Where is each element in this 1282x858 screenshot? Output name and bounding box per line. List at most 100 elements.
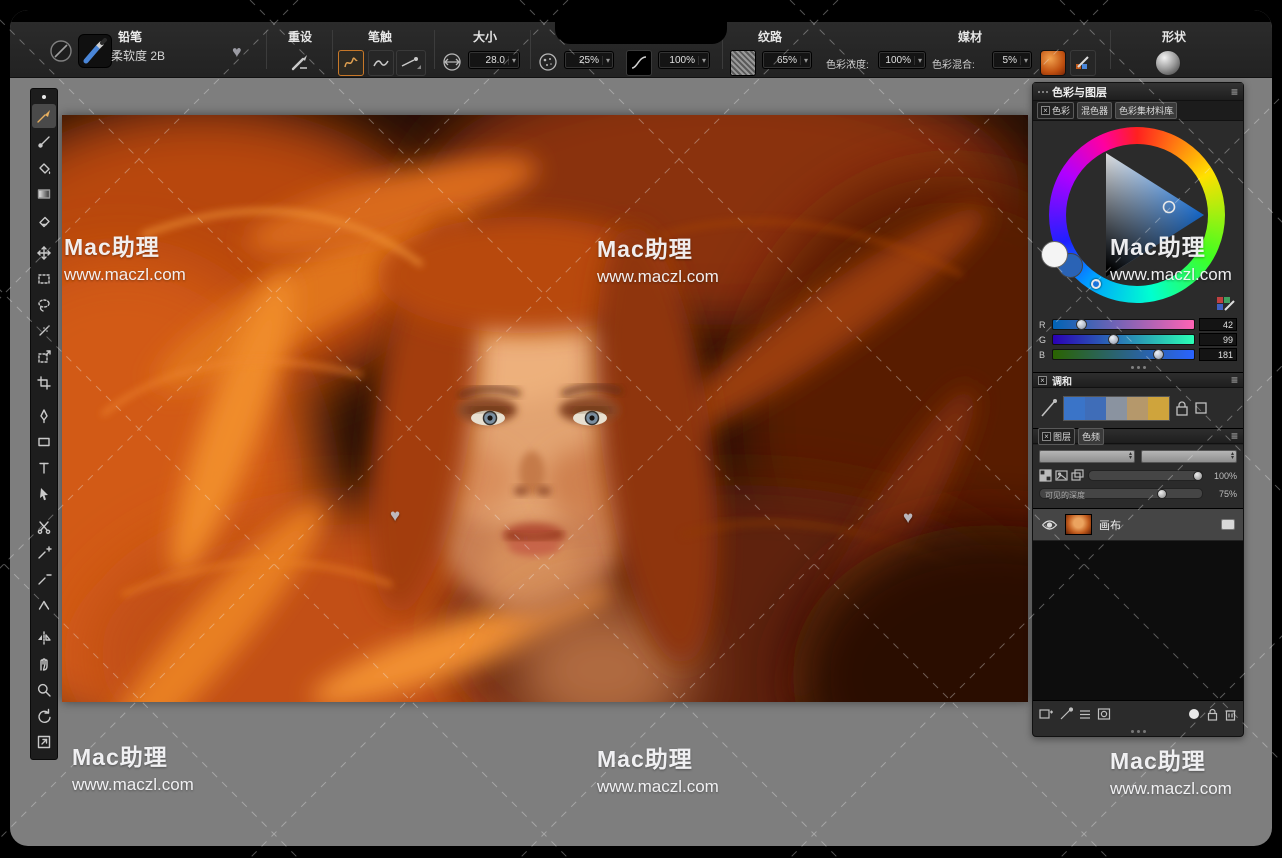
panel-menu-icon[interactable]: ≡ — [1231, 86, 1238, 98]
expression-curve-button[interactable] — [626, 50, 652, 76]
select-layer-content-icon[interactable] — [1187, 707, 1201, 721]
brush-selector-tile[interactable] — [78, 34, 112, 68]
crop-tool[interactable] — [32, 371, 56, 395]
lock-icon[interactable] — [1174, 399, 1190, 417]
add-point-tool[interactable] — [32, 541, 56, 565]
b-slider-knob[interactable] — [1153, 349, 1164, 360]
close-icon[interactable]: × — [1038, 376, 1047, 385]
b-slider[interactable] — [1052, 349, 1195, 360]
visibility-eye-icon[interactable] — [1041, 519, 1058, 531]
new-layer-icon[interactable] — [1039, 707, 1054, 721]
lasso-tool[interactable] — [32, 293, 56, 317]
reset-brush-button[interactable] — [288, 50, 312, 74]
layer-row-canvas[interactable]: 画布 — [1033, 509, 1243, 541]
layers-icon[interactable] — [1071, 469, 1084, 482]
harmony-pen-icon[interactable] — [1039, 396, 1059, 420]
grabber-tool[interactable] — [32, 652, 56, 676]
media-dab-button[interactable] — [1040, 50, 1066, 76]
navigator-tool[interactable] — [32, 730, 56, 754]
text-tool[interactable] — [32, 456, 56, 480]
r-slider[interactable] — [1052, 319, 1195, 330]
dynamic-plugin-icon[interactable] — [1059, 707, 1073, 721]
pen-tool[interactable] — [32, 404, 56, 428]
stroke-style-3-button[interactable] — [396, 50, 426, 76]
convert-point-tool[interactable] — [32, 593, 56, 617]
rotate-page-tool[interactable] — [32, 704, 56, 728]
tab-channels[interactable]: 色频 — [1078, 428, 1104, 445]
harmony-menu-icon[interactable]: ≡ — [1231, 374, 1238, 386]
eraser-tool[interactable] — [32, 208, 56, 232]
layer-lock-badge[interactable] — [1221, 519, 1235, 530]
gradient-tool[interactable] — [32, 182, 56, 206]
paint-bucket-tool[interactable] — [32, 156, 56, 180]
hue-cursor[interactable] — [1091, 279, 1101, 289]
image-icon[interactable] — [1055, 469, 1068, 482]
harmony-swatch[interactable] — [1106, 397, 1127, 420]
grid-icon[interactable] — [1039, 469, 1052, 482]
layer-adjuster-tool[interactable] — [32, 241, 56, 265]
brush-variant-label[interactable]: 柔软度 2B — [111, 47, 165, 64]
heart-marker-icon[interactable]: ♥ — [390, 506, 400, 526]
tab-colorset[interactable]: 色彩集材料库 — [1115, 102, 1177, 119]
mirror-painting-tool[interactable] — [32, 626, 56, 650]
harmony-swatch[interactable] — [1064, 397, 1085, 420]
heart-marker-icon[interactable]: ♥ — [903, 508, 913, 528]
layer-opacity-slider[interactable] — [1088, 470, 1203, 481]
delete-layer-icon[interactable] — [1224, 707, 1237, 721]
new-swatch-icon[interactable] — [1194, 401, 1208, 415]
close-icon[interactable]: × — [1041, 106, 1050, 115]
harmony-swatch[interactable] — [1148, 397, 1169, 420]
magnifier-tool[interactable] — [32, 678, 56, 702]
b-value[interactable]: 181 — [1199, 348, 1237, 361]
layer-thumbnail[interactable] — [1065, 514, 1092, 535]
brush-ghost-button[interactable] — [48, 38, 74, 64]
layers-header[interactable]: ×图层 色频 ≡ — [1033, 428, 1243, 444]
tab-layers[interactable]: ×图层 — [1038, 428, 1075, 445]
layer-group-icon[interactable] — [1078, 707, 1092, 721]
paper-texture-swatch[interactable] — [730, 50, 756, 76]
layers-menu-icon[interactable]: ≡ — [1231, 430, 1238, 442]
scissors-tool[interactable] — [32, 515, 56, 539]
tab-color[interactable]: ×色彩 — [1037, 102, 1074, 119]
g-slider-knob[interactable] — [1108, 334, 1119, 345]
favorite-heart-icon[interactable]: ♥ — [232, 44, 242, 62]
r-value[interactable]: 42 — [1199, 318, 1237, 331]
panel-header[interactable]: 色彩与图层 ≡ — [1033, 83, 1243, 101]
remove-point-tool[interactable] — [32, 567, 56, 591]
size-dropdown[interactable]: 28.0 ▾ — [468, 51, 520, 69]
rect-select-tool[interactable] — [32, 267, 56, 291]
close-icon[interactable]: × — [1042, 432, 1051, 441]
composite-depth-select[interactable]: ▴▾ — [1141, 450, 1237, 463]
concentration-dropdown[interactable]: 100% ▾ — [878, 51, 926, 69]
harmony-swatches[interactable] — [1063, 396, 1170, 421]
r-slider-knob[interactable] — [1076, 319, 1087, 330]
dropper-tool[interactable] — [32, 130, 56, 154]
toolbox-handle[interactable] — [42, 95, 46, 99]
opacity-dropdown[interactable]: 25% ▾ — [564, 51, 614, 69]
layer-mask-icon[interactable] — [1097, 707, 1111, 721]
composite-method-select[interactable]: ▴▾ — [1039, 450, 1135, 463]
lock-layer-icon[interactable] — [1206, 707, 1219, 721]
visible-depth-slider[interactable]: 可见的深度 — [1039, 488, 1203, 499]
color-set-icon[interactable] — [1215, 293, 1237, 315]
section-resize-handle[interactable] — [1033, 362, 1243, 372]
canvas-document[interactable] — [62, 115, 1028, 702]
panel-resize-handle[interactable] — [1033, 726, 1243, 736]
brush-tool[interactable] — [32, 104, 56, 128]
magic-wand-tool[interactable] — [32, 319, 56, 343]
g-value[interactable]: 99 — [1199, 333, 1237, 346]
shape-select-tool[interactable] — [32, 482, 56, 506]
g-slider[interactable] — [1052, 334, 1195, 345]
opacity-knob[interactable] — [1193, 471, 1203, 481]
depth-knob[interactable] — [1157, 489, 1167, 499]
tab-mixer[interactable]: 混色器 — [1077, 102, 1112, 119]
harmony-swatch[interactable] — [1085, 397, 1106, 420]
harmony-header[interactable]: × 调和 ≡ — [1033, 372, 1243, 388]
main-color-swatch[interactable] — [1041, 241, 1068, 268]
expression-dropdown[interactable]: 100% ▾ — [658, 51, 710, 69]
dab-shape-sphere-button[interactable] — [1155, 50, 1181, 76]
stroke-style-2-button[interactable] — [368, 50, 394, 76]
grain-dropdown[interactable]: 65% ▾ — [762, 51, 812, 69]
blend-dropdown[interactable]: 5% ▾ — [992, 51, 1032, 69]
brush-category-label[interactable]: 铅笔 — [118, 28, 142, 45]
